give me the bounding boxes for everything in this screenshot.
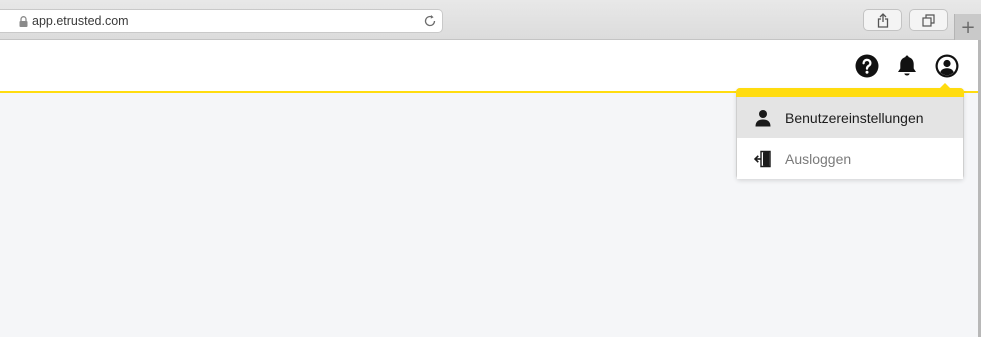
menu-item-label: Ausloggen bbox=[785, 150, 852, 167]
help-icon[interactable] bbox=[855, 54, 879, 78]
lock-icon bbox=[19, 15, 28, 27]
logout-icon bbox=[754, 150, 772, 168]
share-icon bbox=[877, 12, 889, 28]
browser-toolbar: app.etrusted.com + bbox=[0, 0, 981, 40]
bell-icon[interactable] bbox=[895, 54, 919, 78]
user-icon bbox=[754, 109, 772, 127]
menu-item-user-settings[interactable]: Benutzereinstellungen bbox=[737, 97, 963, 138]
url-text: app.etrusted.com bbox=[32, 14, 129, 28]
menu-item-logout[interactable]: Ausloggen bbox=[737, 138, 963, 179]
user-dropdown-menu: Benutzereinstellungen Ausloggen bbox=[736, 83, 964, 179]
app-header bbox=[0, 40, 981, 93]
address-bar[interactable]: app.etrusted.com bbox=[0, 9, 443, 33]
tabs-icon bbox=[922, 13, 935, 27]
user-circle-icon[interactable] bbox=[935, 54, 959, 78]
share-button[interactable] bbox=[863, 9, 902, 31]
new-tab-button[interactable]: + bbox=[954, 14, 981, 40]
dropdown-accent-bar bbox=[736, 88, 964, 97]
reload-icon[interactable] bbox=[423, 14, 437, 28]
menu-item-label: Benutzereinstellungen bbox=[785, 109, 924, 126]
tabs-overview-button[interactable] bbox=[909, 9, 948, 31]
